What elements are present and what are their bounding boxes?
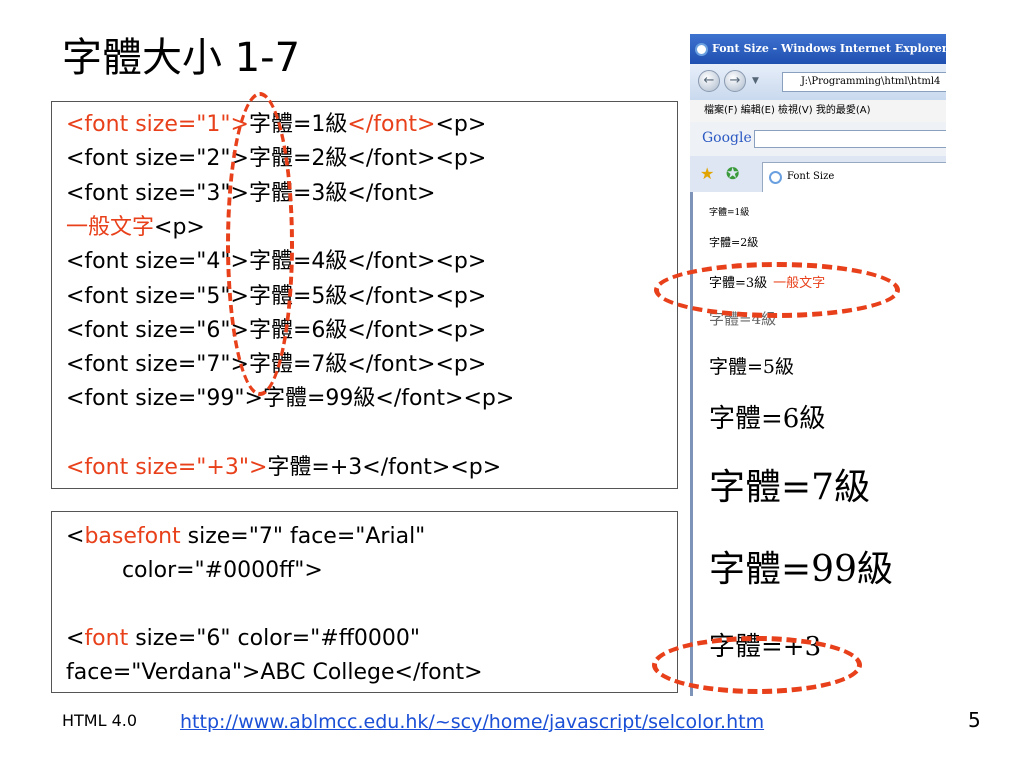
address-text: J:\Programming\html\html4 [801, 76, 941, 87]
rendered-text-line: 字體=7級 [709, 466, 870, 509]
rendered-text-line: 字體=1級 [709, 208, 749, 219]
reference-link[interactable]: http://www.ablmcc.edu.hk/~scy/home/javas… [180, 710, 764, 734]
code-line: <font size="6" color="#ff0000" [66, 622, 420, 656]
code-line: color="#0000ff"> [66, 554, 323, 588]
rendered-text-line: 字體=99級 [709, 548, 893, 591]
rendered-text-line: 字體=6級 [709, 404, 825, 435]
code-box-font-sizes: <font size="1">字體=1級</font><p> <font size… [51, 101, 678, 489]
code-segment: </font> [347, 112, 436, 137]
forward-arrow-icon[interactable]: → [724, 70, 746, 92]
google-toolbar: Google [690, 122, 946, 157]
code-segment: < [66, 626, 85, 651]
google-logo: Google [702, 130, 752, 146]
code-segment: <font size="99">字體=99級</font><p> [66, 386, 515, 412]
code-segment: basefont [84, 524, 181, 549]
google-search-input[interactable] [754, 130, 946, 148]
browser-screenshot: Font Size - Windows Internet Explorer ← … [690, 34, 946, 696]
ie-logo-icon [695, 43, 708, 56]
code-segment: < [66, 524, 85, 549]
code-segment: <font size="+3"> [66, 455, 268, 480]
code-box-basefont: <basefont size="7" face="Arial" color="#… [51, 511, 678, 693]
slide-title: 字體大小 1-7 [62, 35, 301, 81]
page-number: 5 [968, 708, 981, 732]
rendered-text: 字體=5級 [709, 356, 795, 378]
code-segment: face="Verdana">ABC College</font> [66, 660, 483, 685]
add-favorite-icon[interactable]: ✪ [726, 166, 739, 182]
back-arrow-icon[interactable]: ← [698, 70, 720, 92]
browser-window-title: Font Size - Windows Internet Explorer [712, 42, 946, 55]
browser-tab[interactable]: Font Size [762, 162, 946, 192]
footer-html-version: HTML 4.0 [62, 711, 138, 730]
code-segment: size="7" face="Arial" [180, 524, 426, 549]
code-segment: <font size="1"> [66, 112, 249, 137]
rendered-text: 字體=7級 [709, 467, 871, 508]
code-segment: 字體=+3</font><p> [267, 455, 502, 480]
dashed-highlight-oval [654, 262, 900, 318]
code-line: <font size="99">字體=99級</font><p> [66, 382, 514, 416]
code-segment: <p> [154, 214, 205, 240]
code-segment: color="#0000ff"> [66, 558, 323, 583]
rendered-text: 字體=1級 [709, 208, 750, 218]
ie-tab-icon [769, 171, 782, 184]
rendered-text: 字體=99級 [709, 549, 893, 590]
code-line: <font size="+3">字體=+3</font><p> [66, 451, 501, 485]
browser-menu-bar[interactable]: 檔案(F) 編輯(E) 檢視(V) 我的最愛(A) [690, 100, 946, 122]
browser-address-bar: ← → ▼ J:\Programming\html\html4 [690, 64, 946, 100]
tab-title: Font Size [787, 171, 835, 182]
address-field[interactable]: J:\Programming\html\html4 [782, 72, 946, 92]
dashed-highlight-oval [226, 92, 294, 396]
code-segment: size="6" color="#ff0000" [128, 626, 420, 651]
code-segment: font [84, 626, 129, 651]
code-line: <basefont size="7" face="Arial" [66, 520, 425, 554]
star-icon[interactable]: ★ [700, 166, 714, 182]
browser-tab-bar: ★ ✪ Font Size [690, 156, 946, 193]
chevron-down-icon[interactable]: ▼ [752, 76, 759, 86]
code-line: 一般文字<p> [66, 211, 205, 245]
browser-title-bar: Font Size - Windows Internet Explorer [690, 34, 946, 64]
dashed-highlight-oval [652, 636, 862, 694]
code-segment: <p> [435, 112, 487, 137]
code-segment: 一般文字 [66, 214, 155, 240]
rendered-text: 字體=2級 [709, 236, 759, 249]
rendered-text: 字體=6級 [709, 404, 826, 434]
rendered-text-line: 字體=2級 [709, 236, 758, 249]
code-line: face="Verdana">ABC College</font> [66, 656, 483, 690]
rendered-text-line: 字體=5級 [709, 356, 794, 379]
